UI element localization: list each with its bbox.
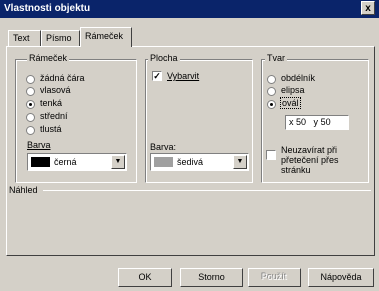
ramecek-color-select[interactable]: černá ▼: [27, 153, 127, 171]
radio-label: žádná čára: [40, 73, 85, 83]
tab-label: Rámeček: [85, 31, 124, 41]
noclose-label: Neuzavírat při přetečení přes stránku: [281, 145, 339, 175]
radio-stredni[interactable]: [26, 113, 35, 122]
chevron-down-icon[interactable]: ▼: [111, 155, 125, 169]
plocha-color-select[interactable]: šedivá ▼: [150, 153, 249, 171]
tab-text[interactable]: Text: [8, 30, 41, 46]
fill-label: Vybarvit: [167, 71, 200, 81]
radio-tlusta[interactable]: [26, 126, 35, 135]
y-value[interactable]: 50: [321, 117, 331, 127]
radio-label: ovál: [280, 97, 301, 109]
radio-vlasova[interactable]: [26, 87, 35, 96]
preview-title: Náhled: [9, 185, 38, 195]
tab-label: Text: [13, 33, 30, 43]
radio-elipsa[interactable]: [267, 87, 276, 96]
close-button[interactable]: x: [361, 1, 375, 15]
fill-checkbox[interactable]: ✓: [152, 71, 162, 81]
x-label: x: [289, 117, 294, 127]
y-label: y: [313, 117, 319, 127]
oval-size-field[interactable]: x 50 y 50: [285, 115, 349, 130]
preview-divider: [43, 190, 371, 191]
color-value: šedivá: [177, 157, 204, 167]
tab-ramecek[interactable]: Rámeček: [80, 27, 132, 47]
close-icon: x: [365, 3, 371, 14]
window-title: Vlastnosti objektu: [4, 3, 91, 14]
plocha-color-label: Barva:: [150, 142, 177, 152]
radio-label: tenká: [40, 98, 63, 108]
x-value[interactable]: 50: [296, 117, 306, 127]
noclose-checkbox[interactable]: [266, 150, 276, 160]
apply-button[interactable]: Použít: [248, 268, 301, 287]
radio-label: tlustá: [40, 124, 62, 134]
radio-zadna-cara[interactable]: [26, 75, 35, 84]
color-swatch: [31, 157, 50, 167]
radio-label: obdélník: [281, 73, 316, 83]
chevron-down-icon[interactable]: ▼: [233, 155, 247, 169]
radio-oval[interactable]: [267, 100, 276, 109]
radio-label: střední: [40, 111, 68, 121]
help-button[interactable]: Nápověda: [308, 268, 374, 287]
cancel-button[interactable]: Storno: [180, 268, 243, 287]
radio-label: elipsa: [281, 85, 305, 95]
radio-label: vlasová: [40, 85, 71, 95]
title-bar: Vlastnosti objektu x: [0, 0, 379, 18]
tab-label: Písmo: [46, 33, 72, 43]
plocha-group-title: Plocha: [148, 53, 180, 63]
check-icon: ✓: [153, 71, 161, 81]
radio-tenka[interactable]: [26, 100, 35, 109]
ok-button[interactable]: OK: [118, 268, 172, 287]
tab-panel: Rámeček žádná čára vlasová tenká střední…: [6, 46, 375, 256]
radio-obdelnik[interactable]: [267, 75, 276, 84]
tvar-group-title: Tvar: [265, 53, 287, 63]
color-value: černá: [54, 157, 77, 167]
ramecek-group-title: Rámeček: [27, 53, 70, 63]
tab-pismo[interactable]: Písmo: [41, 30, 80, 46]
color-swatch: [154, 157, 173, 167]
ramecek-color-label: Barva: [27, 140, 51, 150]
